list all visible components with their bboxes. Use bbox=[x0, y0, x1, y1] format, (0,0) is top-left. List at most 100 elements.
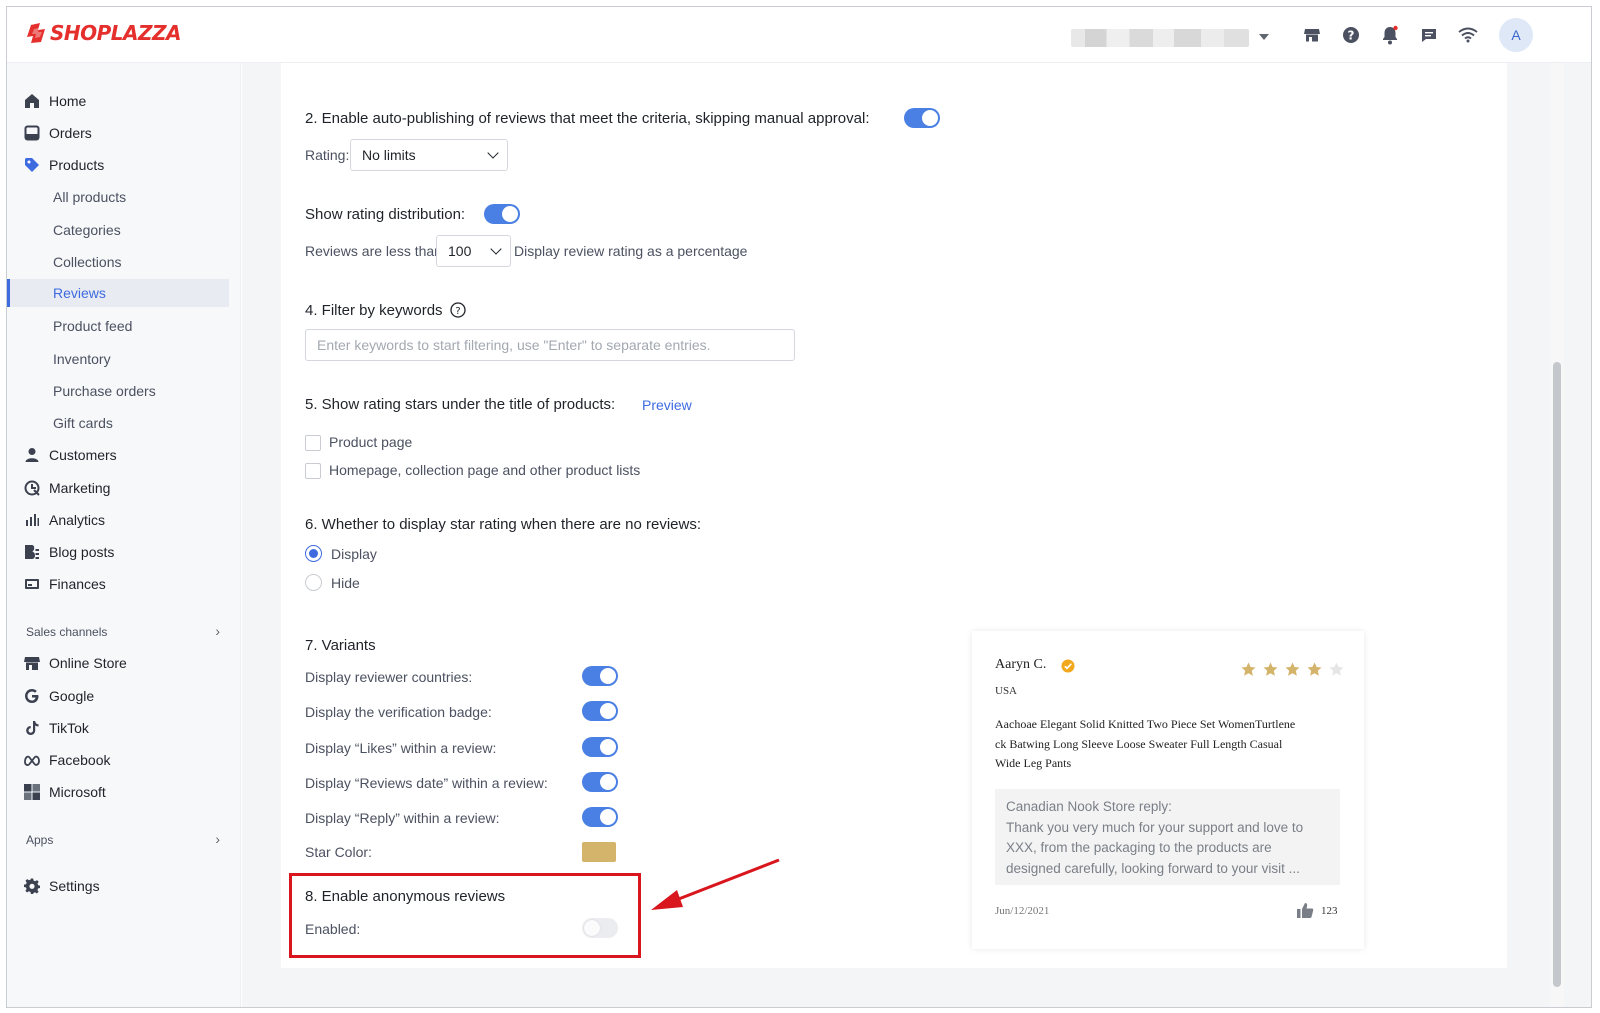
sidebar-item-settings[interactable]: Settings bbox=[7, 872, 241, 900]
threshold-select[interactable]: 100 bbox=[436, 235, 511, 267]
sidebar-subitem-all-products[interactable]: All products bbox=[7, 183, 229, 211]
sidebar-item-blog-posts[interactable]: Blog posts bbox=[7, 538, 241, 566]
likes-count: 123 bbox=[1321, 905, 1338, 917]
sidebar-item-facebook[interactable]: Facebook bbox=[7, 746, 241, 774]
star-filled-icon bbox=[1263, 662, 1278, 676]
verification-badge-label: Display the verification badge: bbox=[305, 704, 492, 720]
sales-channels-header[interactable]: Sales channels › bbox=[26, 623, 226, 639]
reviewer-countries-label: Display reviewer countries: bbox=[305, 669, 473, 685]
display-label: Display bbox=[331, 546, 377, 562]
blog-icon bbox=[25, 545, 39, 559]
shoplazza-logo[interactable]: SHOPLAZZA bbox=[25, 21, 182, 45]
meta-icon bbox=[24, 755, 40, 766]
rating-select[interactable]: No limits bbox=[350, 139, 508, 171]
sidebar-subitem-product-feed[interactable]: Product feed bbox=[7, 312, 229, 340]
percentage-label: Display review rating as a percentage bbox=[514, 243, 748, 259]
reviewer-country: USA bbox=[995, 685, 1018, 697]
bell-icon[interactable] bbox=[1379, 24, 1401, 46]
star-color-label: Star Color: bbox=[305, 844, 372, 860]
product-lists-label: Homepage, collection page and other prod… bbox=[329, 462, 641, 478]
hide-radio[interactable] bbox=[305, 574, 322, 591]
product-page-checkbox[interactable] bbox=[305, 435, 321, 451]
annotation-arrow-icon bbox=[651, 858, 780, 910]
reviews-date-label: Display “Reviews date” within a review: bbox=[305, 775, 548, 791]
sidebar-item-products[interactable]: Products bbox=[7, 151, 241, 179]
sidebar-item-customers[interactable]: Customers bbox=[7, 441, 241, 469]
review-preview-card: Aaryn C. USA Aachoae Elegant Solid Knitt… bbox=[972, 631, 1364, 949]
auto-publish-label: 2. Enable auto-publishing of reviews tha… bbox=[305, 110, 870, 127]
star-color-swatch[interactable] bbox=[582, 842, 616, 862]
top-header: SHOPLAZZA ? A bbox=[7, 7, 1591, 63]
star-empty-icon bbox=[1329, 662, 1344, 676]
sidebar-subitem-inventory[interactable]: Inventory bbox=[7, 345, 229, 373]
chevron-right-icon[interactable]: › bbox=[215, 623, 220, 639]
tiktok-icon bbox=[26, 721, 39, 735]
verification-badge-toggle[interactable] bbox=[582, 701, 618, 721]
reply-label: Display “Reply” within a review: bbox=[305, 810, 500, 826]
sidebar-item-analytics[interactable]: Analytics bbox=[7, 506, 241, 534]
preview-link[interactable]: Preview bbox=[642, 397, 692, 413]
help-icon[interactable]: ? bbox=[1340, 24, 1362, 46]
chevron-down-icon bbox=[487, 147, 499, 159]
highlight-box bbox=[289, 873, 641, 958]
display-radio[interactable] bbox=[305, 545, 322, 562]
sidebar-subitem-purchase-orders[interactable]: Purchase orders bbox=[7, 377, 229, 405]
thumbs-up-icon[interactable] bbox=[1296, 902, 1314, 919]
sidebar-item-home[interactable]: Home bbox=[7, 87, 241, 115]
no-reviews-label: 6. Whether to display star rating when t… bbox=[305, 516, 702, 533]
likes-toggle[interactable] bbox=[582, 737, 618, 757]
product-page-label: Product page bbox=[329, 434, 413, 450]
sidebar-item-microsoft[interactable]: Microsoft bbox=[7, 778, 241, 806]
reviewer-countries-toggle[interactable] bbox=[582, 666, 618, 686]
hide-label: Hide bbox=[331, 575, 360, 591]
chat-icon[interactable] bbox=[1418, 24, 1440, 46]
star-filled-icon bbox=[1307, 662, 1322, 676]
chevron-down-icon bbox=[490, 243, 502, 255]
marketing-icon bbox=[24, 480, 40, 496]
rating-distribution-toggle[interactable] bbox=[484, 204, 520, 224]
sidebar-subitem-collections[interactable]: Collections bbox=[7, 248, 229, 276]
sidebar-item-google[interactable]: Google bbox=[7, 682, 241, 710]
sidebar-subitem-reviews[interactable]: Reviews bbox=[7, 279, 229, 307]
product-lists-checkbox[interactable] bbox=[305, 463, 321, 479]
sidebar-subitem-gift-cards[interactable]: Gift cards bbox=[7, 409, 229, 437]
sidebar-item-tiktok[interactable]: TikTok bbox=[7, 714, 241, 742]
reply-toggle[interactable] bbox=[582, 807, 618, 827]
sidebar-subitem-categories[interactable]: Categories bbox=[7, 216, 229, 244]
apps-header[interactable]: Apps › bbox=[26, 831, 226, 847]
likes-label: Display “Likes” within a review: bbox=[305, 740, 497, 756]
logo-mark-icon bbox=[27, 23, 45, 43]
analytics-icon bbox=[26, 514, 39, 526]
reviewer-name: Aaryn C. bbox=[995, 657, 1047, 672]
sidebar-item-online-store[interactable]: Online Store bbox=[7, 649, 241, 677]
person-icon bbox=[25, 448, 39, 462]
store-switcher-blurred[interactable] bbox=[1071, 29, 1249, 47]
rating-distribution-label: Show rating distribution: bbox=[305, 206, 466, 223]
tag-icon bbox=[25, 158, 39, 172]
reviews-less-than-label: Reviews are less than bbox=[305, 243, 442, 259]
variants-label: 7. Variants bbox=[305, 637, 376, 654]
microsoft-icon bbox=[24, 784, 40, 800]
store-reply: Canadian Nook Store reply: Thank you ver… bbox=[995, 789, 1340, 885]
reviews-date-toggle[interactable] bbox=[582, 772, 618, 792]
auto-publish-toggle[interactable] bbox=[904, 108, 940, 128]
chevron-down-icon[interactable] bbox=[1259, 34, 1269, 40]
rating-label: Rating: bbox=[305, 147, 350, 163]
star-filled-icon bbox=[1241, 662, 1256, 676]
sidebar-item-orders[interactable]: Orders bbox=[7, 119, 241, 147]
wifi-icon[interactable] bbox=[1457, 24, 1479, 46]
chevron-right-icon[interactable]: › bbox=[215, 831, 220, 847]
logo-text: SHOPLAZZA bbox=[50, 21, 182, 45]
scrollbar-thumb[interactable] bbox=[1553, 362, 1561, 987]
store-icon[interactable] bbox=[1301, 24, 1323, 46]
app-window: SHOPLAZZA ? A Home Orders Products All p… bbox=[6, 6, 1592, 1008]
sidebar-item-finances[interactable]: Finances bbox=[7, 570, 241, 598]
sidebar: Home Orders Products All products Catego… bbox=[7, 63, 241, 1007]
filter-keywords-label: 4. Filter by keywords bbox=[305, 302, 443, 319]
avatar[interactable]: A bbox=[1499, 18, 1533, 52]
main-content: 2. Enable auto-publishing of reviews tha… bbox=[242, 63, 1591, 1007]
finances-icon bbox=[25, 579, 39, 589]
help-circle-icon[interactable]: ? bbox=[450, 302, 466, 318]
keywords-input[interactable]: Enter keywords to start filtering, use "… bbox=[305, 329, 795, 361]
sidebar-item-marketing[interactable]: Marketing bbox=[7, 474, 241, 502]
